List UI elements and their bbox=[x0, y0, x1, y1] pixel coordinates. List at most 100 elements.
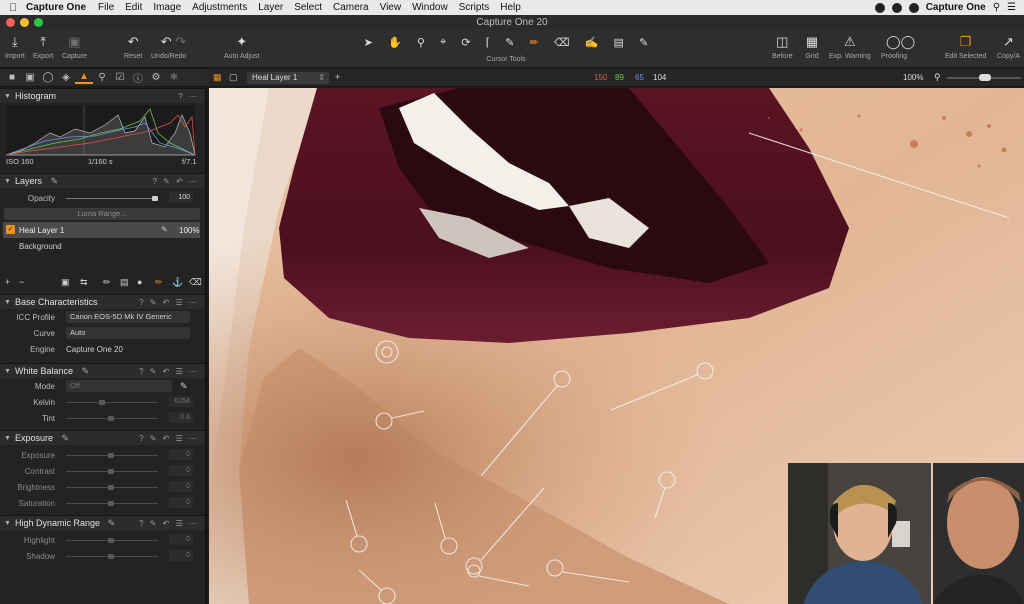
heal-icon[interactable]: ✏ bbox=[155, 277, 163, 288]
zoom-window-button[interactable] bbox=[34, 18, 43, 27]
control-center-icon[interactable]: ☰ bbox=[1007, 2, 1016, 13]
exposure-tab-icon[interactable]: ▲ bbox=[75, 71, 93, 84]
contrast-slider-knob[interactable] bbox=[108, 469, 114, 474]
brush-icon[interactable]: ✏ bbox=[103, 277, 111, 288]
copy-apply-button[interactable]: ↗ Copy/A bbox=[997, 34, 1020, 60]
layer-brush-icon[interactable]: ✎ bbox=[82, 366, 90, 376]
radial-mask-icon[interactable]: ● bbox=[137, 277, 142, 287]
zoom-icon[interactable]: ⚲ bbox=[417, 36, 425, 49]
tint-value[interactable]: 0.4 bbox=[169, 412, 193, 423]
kelvin-slider-track[interactable] bbox=[66, 400, 158, 405]
menu-adjustments[interactable]: Adjustments bbox=[192, 2, 247, 13]
add-layer-icon[interactable]: + bbox=[5, 277, 10, 287]
single-view-icon[interactable]: ▢ bbox=[229, 72, 238, 83]
tool-options-icons[interactable]: ? ✎ ↶ ☰ ⋯ bbox=[139, 364, 199, 379]
layer-brush-icon[interactable]: ✎ bbox=[108, 518, 116, 528]
menu-view[interactable]: View bbox=[380, 2, 402, 13]
eraser-icon[interactable]: ⌫ bbox=[554, 36, 570, 49]
output-tab-icon[interactable]: ⚙ bbox=[147, 72, 165, 83]
tint-slider-knob[interactable] bbox=[108, 416, 114, 421]
reset-button[interactable]: ↶ Reset bbox=[124, 34, 142, 60]
pan-hand-icon[interactable]: ✋ bbox=[388, 36, 402, 49]
adjustments-tab-icon[interactable]: ☑ bbox=[111, 72, 129, 83]
layer-brush-icon[interactable]: ✎ bbox=[51, 176, 59, 186]
exposure-value[interactable]: 0 bbox=[169, 449, 193, 460]
histogram-header[interactable]: ▼ Histogram ? ⋯ bbox=[0, 88, 205, 103]
menu-extra-app[interactable]: Capture One bbox=[926, 2, 986, 13]
tool-options-icons[interactable]: ? ✎ ↶ ☰ ⋯ bbox=[139, 516, 199, 531]
layer-dropdown[interactable]: Heal Layer 1 ⇕ bbox=[247, 72, 329, 84]
status-check-icon[interactable] bbox=[874, 2, 885, 13]
menu-camera[interactable]: Camera bbox=[333, 2, 369, 13]
annotate-icon[interactable]: ✎ bbox=[639, 36, 648, 49]
details-tab-icon[interactable]: ⚲ bbox=[93, 72, 111, 83]
menu-edit[interactable]: Edit bbox=[125, 2, 142, 13]
select-cursor-icon[interactable]: ➤ bbox=[364, 36, 373, 49]
kelvin-value[interactable]: 6254 bbox=[169, 396, 193, 407]
kelvin-slider-knob[interactable] bbox=[99, 400, 105, 405]
tool-options-icons[interactable]: ? ⋯ bbox=[178, 89, 199, 104]
undo-redo-button[interactable]: ↶ ↷ Undo/Redo bbox=[151, 34, 186, 60]
white-balance-header[interactable]: ▼ White Balance ✎ ? ✎ ↶ ☰ ⋯ bbox=[0, 363, 205, 378]
curve-select[interactable]: Auto bbox=[66, 327, 190, 339]
batch-tab-icon[interactable]: ⚛ bbox=[165, 72, 183, 83]
zoom-slider-thumb[interactable] bbox=[979, 74, 991, 81]
layer-enabled-checkbox[interactable]: ✓ bbox=[6, 225, 15, 234]
menu-select[interactable]: Select bbox=[294, 2, 322, 13]
image-viewer[interactable] bbox=[209, 88, 1024, 604]
opacity-slider-knob[interactable] bbox=[152, 196, 158, 201]
remove-layer-icon[interactable]: − bbox=[19, 277, 24, 287]
rotate-icon[interactable]: ⟳ bbox=[461, 36, 470, 49]
zoom-level[interactable]: 100% bbox=[903, 73, 923, 82]
import-button[interactable]: ⤓ Import bbox=[5, 34, 25, 60]
menu-file[interactable]: File bbox=[98, 2, 114, 13]
capture-tab-icon[interactable]: ▣ bbox=[21, 72, 39, 83]
layer-brush-icon[interactable]: ✎ bbox=[62, 433, 70, 443]
metadata-tab-icon[interactable]: ⓘ bbox=[129, 70, 147, 85]
exposure-header[interactable]: ▼ Exposure ✎ ? ✎ ↶ ☰ ⋯ bbox=[0, 430, 205, 445]
erase-icon[interactable]: ⌫ bbox=[189, 277, 202, 288]
menu-image[interactable]: Image bbox=[153, 2, 181, 13]
layer-mask-view-icon[interactable]: ▣ bbox=[61, 277, 70, 288]
tool-options-icons[interactable]: ? ✎ ↶ ☰ ⋯ bbox=[139, 431, 199, 446]
minimize-window-button[interactable] bbox=[20, 18, 29, 27]
stamp-icon[interactable]: ⚓ bbox=[172, 277, 183, 288]
gradient-icon[interactable]: ▤ bbox=[614, 36, 624, 49]
apple-icon[interactable]:  bbox=[0, 2, 26, 14]
layer-row-heal[interactable]: ✓ Heal Layer 1 ✎ 100% bbox=[3, 222, 200, 238]
exposure-slider-track[interactable] bbox=[66, 453, 158, 458]
gradient-mask-icon[interactable]: ▤ bbox=[120, 277, 129, 288]
exposure-slider-knob[interactable] bbox=[108, 453, 114, 458]
layers-header[interactable]: ▼ Layers ✎ ? ✎ ↶ ⋯ bbox=[0, 173, 205, 188]
grid-button[interactable]: ▦ Grid bbox=[804, 34, 820, 60]
contrast-value[interactable]: 0 bbox=[169, 465, 193, 476]
library-tab-icon[interactable]: ■ bbox=[3, 72, 21, 83]
saturation-slider-track[interactable] bbox=[66, 501, 158, 506]
multi-view-icon[interactable]: ▦ bbox=[213, 72, 222, 83]
zoom-slider[interactable] bbox=[947, 74, 1021, 81]
opacity-value[interactable]: 100 bbox=[169, 192, 193, 203]
tint-slider-track[interactable] bbox=[66, 416, 158, 421]
wb-mode-select[interactable]: Off bbox=[66, 380, 172, 392]
saturation-value[interactable]: 0 bbox=[169, 497, 193, 508]
heal-brush-icon[interactable]: ✏ bbox=[530, 36, 539, 49]
icc-profile-select[interactable]: Canon EOS-5D Mk IV Generic bbox=[66, 311, 190, 323]
menu-window[interactable]: Window bbox=[412, 2, 448, 13]
tool-options-icons[interactable]: ? ✎ ↶ ⋯ bbox=[152, 174, 199, 189]
highlight-value[interactable]: 0 bbox=[169, 534, 193, 545]
crop-icon[interactable]: ⌖ bbox=[440, 36, 446, 49]
opacity-slider-track[interactable] bbox=[66, 196, 158, 201]
brightness-slider-track[interactable] bbox=[66, 485, 158, 490]
menu-app-name[interactable]: Capture One bbox=[26, 2, 86, 13]
brightness-slider-knob[interactable] bbox=[108, 485, 114, 490]
wb-picker-icon[interactable]: ✎ bbox=[180, 381, 188, 392]
layer-row-background[interactable]: Background bbox=[0, 238, 205, 254]
keystone-icon[interactable]: ⌈ bbox=[486, 36, 490, 49]
brightness-value[interactable]: 0 bbox=[169, 481, 193, 492]
export-button[interactable]: ⤒ Export bbox=[33, 34, 53, 60]
saturation-slider-knob[interactable] bbox=[108, 501, 114, 506]
menu-layer[interactable]: Layer bbox=[258, 2, 283, 13]
menu-help[interactable]: Help bbox=[500, 2, 521, 13]
close-window-button[interactable] bbox=[6, 18, 15, 27]
auto-adjust-button[interactable]: ✦ Auto Adjust bbox=[224, 34, 259, 60]
